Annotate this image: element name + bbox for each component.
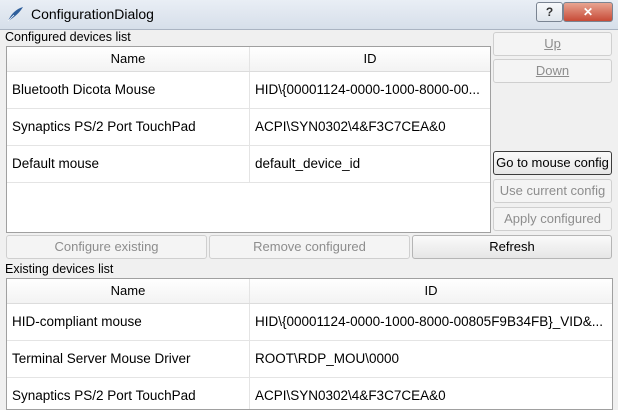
column-header-name[interactable]: Name xyxy=(7,47,250,71)
window-title: ConfigurationDialog xyxy=(31,6,154,22)
down-button[interactable]: Down xyxy=(493,59,612,83)
device-name: Bluetooth Dicota Mouse xyxy=(7,72,250,108)
table-row[interactable]: Bluetooth Dicota Mouse HID\{00001124-000… xyxy=(7,72,490,109)
table-row[interactable]: HID-compliant mouse HID\{00001124-0000-1… xyxy=(7,304,612,341)
configured-devices-label: Configured devices list xyxy=(5,30,131,44)
table-header: Name ID xyxy=(7,279,612,304)
device-name: Terminal Server Mouse Driver xyxy=(7,341,250,377)
device-id: HID\{00001124-0000-1000-8000-00... xyxy=(255,82,480,97)
use-current-config-button[interactable]: Use current config xyxy=(493,179,612,203)
remove-configured-label: Remove configured xyxy=(253,239,366,254)
remove-configured-button[interactable]: Remove configured xyxy=(209,235,410,259)
table-header: Name ID xyxy=(7,47,490,72)
down-label: Down xyxy=(535,63,570,78)
column-header-id[interactable]: ID xyxy=(250,47,490,71)
device-name: HID-compliant mouse xyxy=(7,304,250,340)
apply-configured-label: Apply configured xyxy=(504,211,601,226)
device-name: Synaptics PS/2 Port TouchPad xyxy=(7,109,250,145)
table-row[interactable]: Synaptics PS/2 Port TouchPad ACPI\SYN030… xyxy=(7,109,490,146)
existing-devices-table: Name ID HID-compliant mouse HID\{0000112… xyxy=(6,278,613,410)
configured-devices-table: Name ID Bluetooth Dicota Mouse HID\{0000… xyxy=(6,46,491,233)
feather-icon xyxy=(7,7,23,22)
use-current-config-label: Use current config xyxy=(499,183,606,198)
help-button[interactable]: ? xyxy=(536,2,563,22)
device-id: default_device_id xyxy=(255,156,361,171)
device-name: Synaptics PS/2 Port TouchPad xyxy=(7,378,250,409)
table-row[interactable]: Terminal Server Mouse Driver ROOT\RDP_MO… xyxy=(7,341,612,378)
go-to-mouse-config-label: Go to mouse config xyxy=(496,155,609,170)
existing-devices-label: Existing devices list xyxy=(5,262,114,276)
apply-configured-button[interactable]: Apply configured xyxy=(493,207,612,231)
configure-existing-label: Configure existing xyxy=(54,239,159,254)
up-label: Up xyxy=(544,36,561,51)
device-name: Default mouse xyxy=(7,146,250,182)
close-button[interactable]: ✕ xyxy=(563,2,613,22)
device-id: ACPI\SYN0302\4&F3C7CEA&0 xyxy=(255,388,446,403)
device-id: HID\{00001124-0000-1000-8000-00805F9B34F… xyxy=(255,314,603,329)
go-to-mouse-config-button[interactable]: Go to mouse config xyxy=(493,151,612,175)
device-id: ACPI\SYN0302\4&F3C7CEA&0 xyxy=(255,119,446,134)
refresh-label: Refresh xyxy=(489,239,535,254)
title-bar[interactable]: ConfigurationDialog ? ✕ xyxy=(0,0,618,30)
device-id: ROOT\RDP_MOU\0000 xyxy=(255,351,400,366)
up-button[interactable]: Up xyxy=(493,32,612,56)
table-row[interactable]: Default mouse default_device_id xyxy=(7,146,490,183)
refresh-button[interactable]: Refresh xyxy=(412,235,612,259)
table-row[interactable]: Synaptics PS/2 Port TouchPad ACPI\SYN030… xyxy=(7,378,612,409)
column-header-id[interactable]: ID xyxy=(250,279,612,303)
configure-existing-button[interactable]: Configure existing xyxy=(6,235,207,259)
column-header-name[interactable]: Name xyxy=(7,279,250,303)
